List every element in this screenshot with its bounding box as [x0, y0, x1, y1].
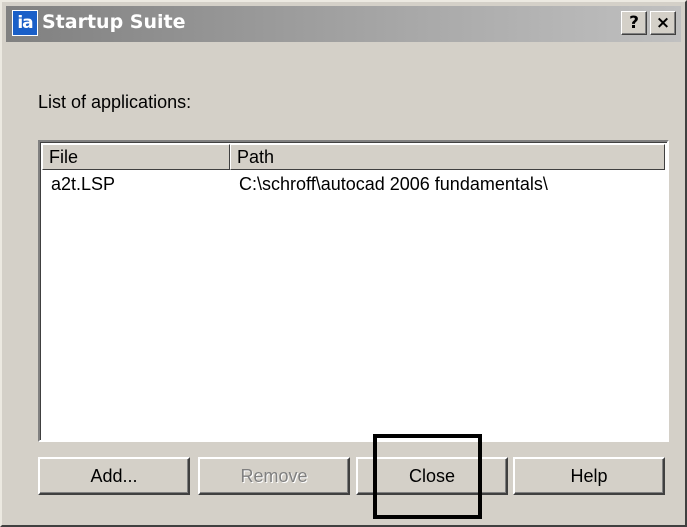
- remove-button[interactable]: Remove: [198, 457, 350, 495]
- help-button[interactable]: Help: [513, 457, 665, 495]
- titlebar-close-button[interactable]: ×: [650, 11, 676, 35]
- list-item-path: C:\schroff\autocad 2006 fundamentals\: [239, 174, 548, 194]
- autocad-app-icon[interactable]: ia: [12, 10, 38, 36]
- list-item[interactable]: a2t.LSP C:\schroff\autocad 2006 fundamen…: [42, 172, 665, 198]
- list-of-applications-label: List of applications:: [38, 92, 192, 112]
- column-header-path[interactable]: Path: [230, 144, 665, 170]
- close-button[interactable]: Close: [356, 457, 508, 495]
- applications-list[interactable]: File Path a2t.LSP C:\schroff\autocad 200…: [38, 140, 669, 442]
- close-icon: ×: [655, 13, 671, 33]
- column-header-file[interactable]: File: [42, 144, 230, 170]
- list-item-file: a2t.LSP: [51, 174, 116, 194]
- window-title: Startup Suite: [42, 11, 186, 33]
- startup-suite-dialog: ia Startup Suite ? × List of application…: [0, 0, 687, 527]
- question-mark-icon: ?: [629, 13, 639, 33]
- titlebar-help-button[interactable]: ?: [621, 11, 647, 35]
- app-icon-glyph: ia: [17, 12, 33, 33]
- add-button[interactable]: Add...: [38, 457, 190, 495]
